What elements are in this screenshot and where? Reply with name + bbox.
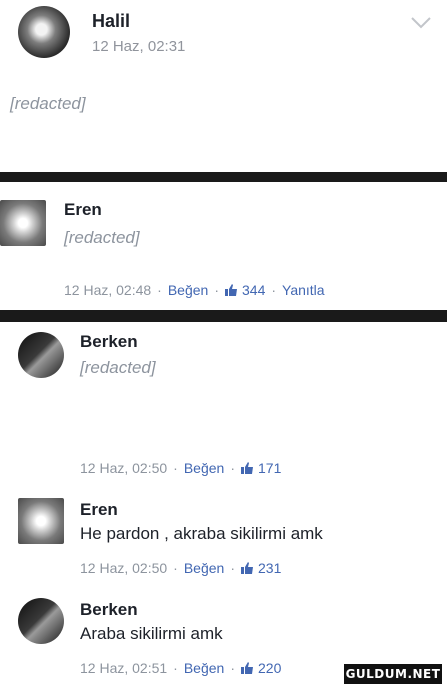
comment: Eren [redacted] 12 Haz, 02:48 · Beğen · 344 ·… (0, 182, 447, 310)
comment: Eren He pardon , akraba sikilirmi amk 12… (0, 490, 447, 586)
post-author-name[interactable]: Halil (92, 11, 130, 32)
like-count[interactable]: 344 (242, 282, 265, 298)
site-watermark: GULDUM.NET (344, 664, 442, 684)
like-button[interactable]: Beğen (184, 660, 224, 676)
comment-meta: 12 Haz, 02:51 · Beğen · 220 (80, 660, 281, 676)
meta-separator: · (230, 660, 235, 676)
like-count[interactable]: 171 (258, 460, 281, 476)
meta-separator: · (157, 282, 162, 298)
comment-avatar[interactable] (18, 498, 64, 544)
comment-timestamp[interactable]: 12 Haz, 02:50 (80, 460, 167, 476)
meta-separator: · (173, 460, 178, 476)
reply-button[interactable]: Yanıtla (282, 282, 325, 298)
meta-separator: · (271, 282, 277, 298)
comment-meta: 12 Haz, 02:50 · Beğen · 231 (80, 560, 281, 576)
meta-separator: · (173, 560, 178, 576)
comment-text: He pardon , akraba sikilirmi amk (80, 524, 323, 543)
comment-avatar[interactable] (18, 332, 64, 378)
like-thumb-icon (241, 562, 253, 574)
comment-text: [redacted] (80, 358, 156, 377)
like-button[interactable]: Beğen (168, 282, 208, 298)
like-thumb-icon (225, 284, 237, 296)
comment-timestamp[interactable]: 12 Haz, 02:50 (80, 560, 167, 576)
comment-avatar[interactable] (18, 598, 64, 644)
like-count[interactable]: 231 (258, 560, 281, 576)
meta-separator: · (230, 560, 235, 576)
like-button[interactable]: Beğen (184, 560, 224, 576)
comment-author[interactable]: Berken (80, 600, 138, 620)
comment-text: [redacted] (64, 228, 140, 247)
post-card: Halil 12 Haz, 02:31 [redacted] (0, 0, 447, 172)
comment-text: Araba sikilirmi amk (80, 624, 223, 643)
comment-timestamp[interactable]: 12 Haz, 02:48 (64, 282, 151, 298)
like-count[interactable]: 220 (258, 660, 281, 676)
meta-separator: · (230, 460, 235, 476)
post-timestamp[interactable]: 12 Haz, 02:31 (92, 38, 185, 55)
comment-avatar[interactable] (0, 200, 46, 246)
comment-author[interactable]: Berken (80, 332, 138, 352)
comment: Berken [redacted] 12 Haz, 02:50 · Beğen · 17… (0, 322, 447, 482)
comment-author[interactable]: Eren (64, 200, 102, 220)
comment-meta: 12 Haz, 02:50 · Beğen · 171 (80, 460, 281, 476)
post-text: [redacted] (10, 94, 86, 113)
comment-timestamp[interactable]: 12 Haz, 02:51 (80, 660, 167, 676)
section-divider (0, 310, 447, 322)
meta-separator: · (173, 660, 178, 676)
like-thumb-icon (241, 462, 253, 474)
chevron-down-icon[interactable] (410, 16, 432, 30)
comment-meta: 12 Haz, 02:48 · Beğen · 344 · Yanıtla (64, 282, 325, 298)
section-divider (0, 172, 447, 182)
like-thumb-icon (241, 662, 253, 674)
post-author-avatar[interactable] (18, 6, 70, 58)
like-button[interactable]: Beğen (184, 460, 224, 476)
meta-separator: · (214, 282, 219, 298)
comment-author[interactable]: Eren (80, 500, 118, 520)
